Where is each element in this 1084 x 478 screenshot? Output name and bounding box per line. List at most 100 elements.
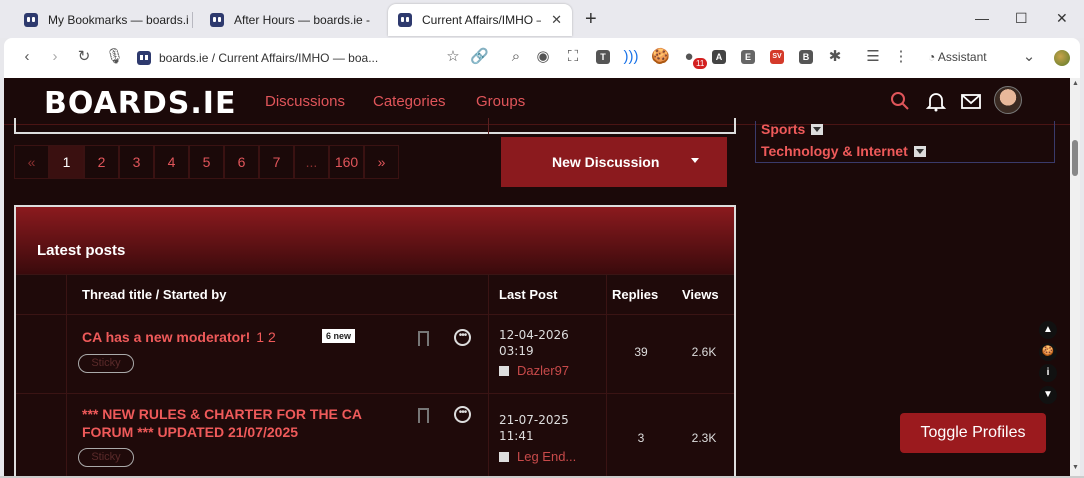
- thread-title-line1[interactable]: *** NEW RULES & CHARTER FOR THE CA: [82, 405, 362, 423]
- notifications-bell-icon[interactable]: [925, 90, 947, 112]
- category-label[interactable]: Technology & Internet: [761, 143, 908, 159]
- replies-count: 3: [637, 431, 645, 445]
- boards-favicon-icon: [137, 51, 151, 65]
- dropdown-icon[interactable]: [913, 146, 926, 157]
- last-post-user[interactable]: Leg End...: [499, 449, 576, 464]
- category-label[interactable]: Sports: [761, 121, 805, 137]
- address-text: boards.ie / Current Affairs/IMHO — boa..…: [159, 51, 379, 65]
- latest-posts-table: Latest posts Thread title / Started by L…: [14, 205, 736, 476]
- minimize-icon[interactable]: —: [975, 10, 989, 26]
- views-count: 2.6K: [691, 345, 717, 359]
- extensions-puzzle-icon[interactable]: ✱: [826, 48, 844, 66]
- tab-after-hours[interactable]: After Hours — boards.ie - ...: [200, 6, 384, 34]
- col-views: Views: [682, 287, 719, 302]
- date-text: 12-04-2026: [499, 328, 569, 342]
- thread-title-link[interactable]: CA has a new moderator! 1 2: [82, 328, 276, 346]
- bookmark-icon[interactable]: [418, 331, 429, 346]
- sticky-tag: Sticky: [78, 354, 134, 373]
- browser-profile-avatar[interactable]: [1054, 50, 1070, 66]
- extension-e-icon[interactable]: E: [741, 50, 755, 64]
- chevron-down-icon[interactable]: [691, 158, 699, 163]
- maximize-icon[interactable]: ☐: [1015, 10, 1028, 27]
- replies-count: 39: [634, 345, 648, 359]
- extension-a-icon[interactable]: A: [712, 50, 726, 64]
- nav-categories[interactable]: Categories: [373, 93, 446, 110]
- forward-icon[interactable]: ›: [46, 48, 64, 66]
- boards-favicon-icon: [398, 13, 412, 27]
- scroll-arrow-up-icon[interactable]: ▲: [1072, 80, 1079, 87]
- extension-b-icon[interactable]: B: [799, 50, 813, 64]
- lens-icon[interactable]: ⌕: [507, 48, 525, 66]
- back-icon[interactable]: ‹: [18, 48, 36, 66]
- date-text: 21-07-2025: [499, 413, 569, 427]
- pagination-next[interactable]: »: [364, 145, 399, 179]
- last-post-user[interactable]: Dazler97: [499, 363, 569, 378]
- site-logo[interactable]: BOARDS.IE: [44, 86, 236, 121]
- previous-box-bottom: [14, 118, 736, 134]
- tab-my-bookmarks[interactable]: My Bookmarks — boards.ie: [14, 6, 198, 34]
- sidebar-item-technology[interactable]: Technology & Internet: [761, 143, 926, 159]
- scroll-down-icon[interactable]: ▼: [1039, 386, 1057, 404]
- page-160[interactable]: 160: [329, 145, 364, 179]
- reading-list-icon[interactable]: ☰: [864, 48, 882, 66]
- new-discussion-button[interactable]: New Discussion: [501, 137, 727, 187]
- page-6[interactable]: 6: [224, 145, 259, 179]
- page-2[interactable]: 2: [84, 145, 119, 179]
- user-avatar[interactable]: [994, 86, 1022, 114]
- wifi-extension-icon[interactable]: ))): [622, 48, 640, 66]
- toggle-profiles-button[interactable]: Toggle Profiles: [900, 413, 1046, 453]
- assistant-button[interactable]: ◔ Assistant: [928, 50, 987, 64]
- cookie-icon[interactable]: 🍪: [651, 48, 670, 66]
- close-window-icon[interactable]: ✕: [1056, 10, 1068, 27]
- extension-t-icon[interactable]: T: [596, 50, 610, 64]
- address-bar[interactable]: boards.ie / Current Affairs/IMHO — boa..…: [137, 44, 437, 72]
- last-post-date: 12-04-2026 03:19: [499, 327, 569, 359]
- cookie-settings-icon[interactable]: 🍪: [1039, 343, 1057, 361]
- page-viewport: BOARDS.IE Discussions Categories Groups …: [4, 78, 1080, 476]
- options-icon[interactable]: •••: [454, 406, 471, 423]
- scroll-arrow-down-icon[interactable]: ▼: [1072, 464, 1079, 471]
- page-5[interactable]: 5: [189, 145, 224, 179]
- thread-title-link[interactable]: *** NEW RULES & CHARTER FOR THE CA FORUM…: [82, 405, 362, 441]
- tab-title: Current Affairs/IMHO — boards.ie: [422, 13, 541, 27]
- time-text: 03:19: [499, 344, 534, 358]
- reload-icon[interactable]: ↻: [75, 48, 93, 66]
- page-1[interactable]: 1: [49, 145, 84, 179]
- new-tab-icon[interactable]: +: [585, 8, 597, 31]
- thread-title-text[interactable]: CA has a new moderator!: [82, 329, 250, 345]
- extension-sv-icon[interactable]: SV: [770, 50, 784, 64]
- dropdown-icon[interactable]: [811, 124, 824, 135]
- tab-current-affairs[interactable]: Current Affairs/IMHO — boards.ie ✕: [388, 4, 572, 36]
- chevron-down-icon[interactable]: ⌄: [1020, 48, 1038, 66]
- bookmark-star-icon[interactable]: ☆: [444, 48, 462, 66]
- wayback-icon[interactable]: ◉: [534, 48, 552, 66]
- new-posts-badge: 6 new: [322, 329, 356, 343]
- options-icon[interactable]: •••: [454, 329, 471, 346]
- bookmark-icon[interactable]: [418, 408, 429, 423]
- close-tab-icon[interactable]: ✕: [551, 12, 562, 28]
- scrollbar-thumb[interactable]: [1072, 140, 1078, 176]
- thread-title-line2[interactable]: FORUM *** UPDATED 21/07/2025: [82, 423, 362, 441]
- divider: [488, 118, 489, 134]
- messages-envelope-icon[interactable]: [960, 90, 982, 112]
- pagination-prev[interactable]: «: [14, 145, 49, 179]
- boards-favicon-icon: [210, 13, 224, 27]
- page-3[interactable]: 3: [119, 145, 154, 179]
- sidebar-item-sports[interactable]: Sports: [761, 121, 824, 137]
- audio-wave-icon[interactable]: ⋮: [892, 48, 910, 66]
- nav-discussions[interactable]: Discussions: [265, 93, 345, 110]
- page-7[interactable]: 7: [259, 145, 294, 179]
- share-link-icon[interactable]: 🔗: [470, 48, 489, 66]
- scrollbar[interactable]: [1070, 78, 1080, 476]
- scroll-up-icon[interactable]: ▲: [1039, 321, 1057, 339]
- thread-pages[interactable]: 1 2: [256, 329, 275, 345]
- info-icon[interactable]: i: [1039, 364, 1057, 382]
- table-header: Thread title / Started by Last Post Repl…: [16, 274, 734, 315]
- assistant-label: Assistant: [937, 50, 987, 64]
- microphone-icon[interactable]: 🎙: [105, 48, 124, 66]
- nav-groups[interactable]: Groups: [476, 93, 525, 110]
- page-4[interactable]: 4: [154, 145, 189, 179]
- screenshot-icon[interactable]: ⛶: [564, 48, 582, 66]
- boards-favicon-icon: [24, 13, 38, 27]
- search-icon[interactable]: [889, 90, 911, 112]
